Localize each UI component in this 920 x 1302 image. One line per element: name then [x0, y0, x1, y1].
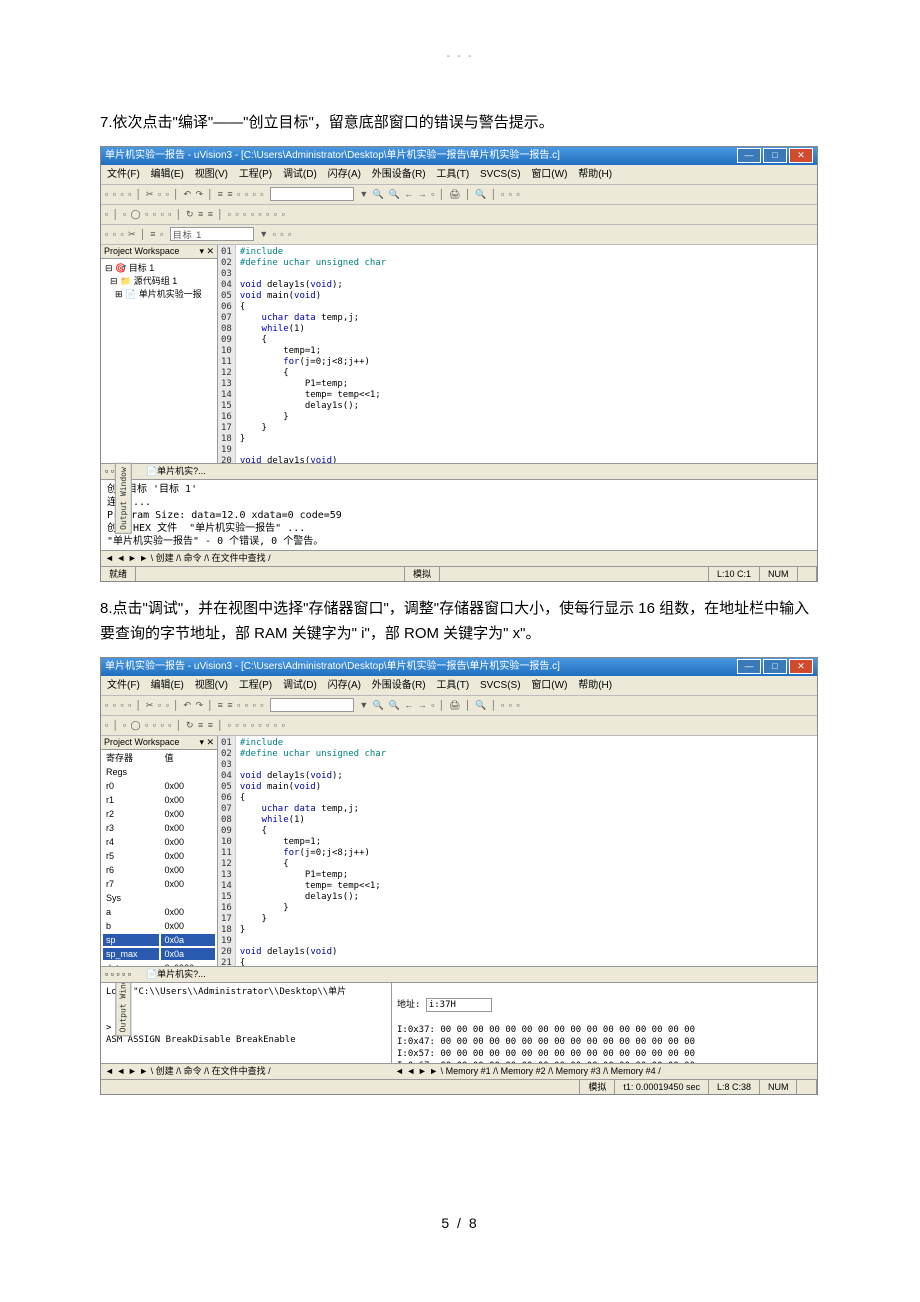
status-bar-2: 模拟 t1: 0.00019450 sec L:8 C:38 NUM	[101, 1079, 817, 1094]
menu-view[interactable]: 视图(V)	[195, 680, 228, 691]
menu-svcs[interactable]: SVCS(S)	[480, 169, 521, 180]
workspace-2: Project Workspace ▾ ✕ 寄存器值 Regs r00x00 r1…	[101, 736, 817, 966]
status-mode: 模拟	[405, 567, 440, 581]
close-button[interactable]: ✕	[789, 148, 813, 163]
menu-file[interactable]: 文件(F)	[107, 169, 140, 180]
bottom-panels: Output WindowLoad "C:\\Users\\Administra…	[101, 982, 817, 1063]
status-pos-2: L:8 C:38	[709, 1080, 760, 1094]
line-numbers-2: 01 02 03 04 05 06 07 08 09 10 11 12 13 1…	[218, 736, 236, 966]
workspace: Project Workspace ▾ ✕ ⊟ 🎯 目标 1 ⊟ 📁 源代码组 1…	[101, 245, 817, 463]
register-workspace: Project Workspace ▾ ✕ 寄存器值 Regs r00x00 r1…	[101, 736, 218, 966]
toolbar-3: ▫ ▫ ▫ ✂ │ ≡ ▫ 目标 1 ▼ ▫ ▫ ▫	[101, 225, 817, 245]
header-dashes: - - -	[100, 50, 820, 62]
page-footer: 5 / 8	[100, 1215, 820, 1231]
tree-file[interactable]: 单片机实验一报	[139, 289, 202, 299]
minimize-button[interactable]: —	[737, 659, 761, 674]
code-editor[interactable]: 01 02 03 04 05 06 07 08 09 10 11 12 13 1…	[218, 245, 817, 463]
minimize-button[interactable]: —	[737, 148, 761, 163]
addr-input[interactable]: i:37H	[426, 998, 492, 1012]
status-mode-2: 模拟	[580, 1080, 615, 1094]
menu-window[interactable]: 窗口(W)	[531, 680, 567, 691]
ws-bottom-tabs-2: ▫ ▫ ▫ ▫ ▫ 📄单片机实?...	[101, 966, 817, 982]
menu-window[interactable]: 窗口(W)	[531, 169, 567, 180]
title-bar-2: 单片机实验一报告 - uVision3 - [C:\Users\Administ…	[101, 658, 817, 676]
status-num: NUM	[760, 567, 798, 581]
output-label-2: Output Window	[115, 983, 131, 1036]
status-t1: t1: 0.00019450 sec	[615, 1080, 709, 1094]
menu-svcs[interactable]: SVCS(S)	[480, 680, 521, 691]
status-ready: 就绪	[101, 567, 136, 581]
menu-file[interactable]: 文件(F)	[107, 680, 140, 691]
ws-title-2: Project Workspace	[104, 737, 179, 748]
status-end	[798, 567, 818, 581]
memory-window[interactable]: 地址: i:37H I:0x37: 00 00 00 00 00 00 00 0…	[392, 983, 817, 1063]
tree-target[interactable]: 目标 1	[129, 263, 155, 273]
maximize-button[interactable]: □	[763, 659, 787, 674]
window-buttons: —□✕	[735, 147, 813, 165]
bottom-tabs-2: ◄ ◄ ► ► \ 创建 /\ 命令 /\ 在文件中查找 / ◄ ◄ ► ► \…	[101, 1063, 817, 1079]
menu-edit[interactable]: 编辑(E)	[151, 680, 184, 691]
app-title-2: 单片机实验一报告 - uVision3 - [C:\Users\Administ…	[105, 658, 560, 676]
menu-project[interactable]: 工程(P)	[239, 680, 272, 691]
tree-group[interactable]: 源代码组 1	[134, 276, 178, 286]
output-label: Output Window	[115, 463, 132, 534]
menu-peripherals[interactable]: 外围设备(R)	[372, 169, 426, 180]
menu-bar-2: 文件(F) 编辑(E) 视图(V) 工程(P) 调试(D) 闪存(A) 外围设备…	[101, 676, 817, 696]
command-window[interactable]: Output WindowLoad "C:\\Users\\Administra…	[101, 983, 392, 1063]
output-window: Output Window创建目标 '目标 1' 连接 ... Program …	[101, 479, 817, 550]
find-combo[interactable]	[270, 187, 354, 201]
project-tree[interactable]: ⊟ 🎯 目标 1 ⊟ 📁 源代码组 1 ⊞ 📄 单片机实验一报	[101, 259, 217, 304]
menu-peripherals[interactable]: 外围设备(R)	[372, 680, 426, 691]
paragraph-8: 8.点击"调试"，并在视图中选择"存储器窗口"，调整"存储器窗口大小，使每行显示…	[100, 596, 820, 647]
status-bar: 就绪 模拟 L:10 C:1 NUM	[101, 566, 817, 581]
find-combo[interactable]	[270, 698, 354, 712]
ws-title: Project Workspace	[104, 246, 179, 257]
app-title: 单片机实验一报告 - uVision3 - [C:\Users\Administ…	[105, 147, 560, 165]
toolbar-2: ▫ │ ▫ ◯ ▫ ▫ ▫ ▫ │ ↻ ≡ ≡ │ ▫ ▫ ▫ ▫ ▫ ▫ ▫ …	[101, 205, 817, 225]
file-tab-2[interactable]: 单片机实?...	[157, 969, 206, 979]
ws-close-icon[interactable]: ▾ ✕	[199, 246, 214, 257]
register-table: 寄存器值 Regs r00x00 r10x00 r20x00 r30x00 r4…	[101, 750, 217, 966]
code-editor-2[interactable]: 01 02 03 04 05 06 07 08 09 10 11 12 13 1…	[218, 736, 817, 966]
title-bar: 单片机实验一报告 - uVision3 - [C:\Users\Administ…	[101, 147, 817, 165]
menu-edit[interactable]: 编辑(E)	[151, 169, 184, 180]
cmd-tabs[interactable]: ◄ ◄ ► ► \ 创建 /\ 命令 /\ 在文件中查找 /	[105, 1065, 395, 1078]
menu-help[interactable]: 帮助(H)	[578, 169, 612, 180]
menu-view[interactable]: 视图(V)	[195, 169, 228, 180]
output-tabs[interactable]: ◄ ◄ ► ► \ 创建 /\ 命令 /\ 在文件中查找 /	[101, 550, 817, 566]
menu-tools[interactable]: 工具(T)	[436, 680, 469, 691]
toolbar-1: ▫ ▫ ▫ ▫ │ ✂ ▫ ▫ │ ↶ ↷ │ ≡ ≡ ▫ ▫ ▫ ▫ ▼ 🔍 …	[101, 185, 817, 205]
status-end-2	[797, 1080, 817, 1094]
reg-hdr-name: 寄存器	[103, 752, 159, 764]
menu-debug[interactable]: 调试(D)	[283, 169, 317, 180]
reg-hdr-val: 值	[161, 752, 215, 764]
addr-label: 地址:	[397, 1000, 420, 1010]
menu-tools[interactable]: 工具(T)	[436, 169, 469, 180]
menu-help[interactable]: 帮助(H)	[578, 680, 612, 691]
menu-flash[interactable]: 闪存(A)	[328, 680, 361, 691]
status-num-2: NUM	[760, 1080, 798, 1094]
source-code[interactable]: #include #define uchar unsigned char voi…	[236, 245, 390, 463]
ws-bottom-tabs: ▫ ▫ ▫ ▫ ▫ 📄单片机实?...	[101, 463, 817, 479]
memory-tabs[interactable]: ◄ ◄ ► ► \ Memory #1 /\ Memory #2 /\ Memo…	[395, 1065, 813, 1078]
file-tab[interactable]: 单片机实?...	[157, 466, 206, 476]
source-code-2[interactable]: #include #define uchar unsigned char voi…	[236, 736, 390, 966]
status-pos: L:10 C:1	[709, 567, 760, 581]
menu-debug[interactable]: 调试(D)	[283, 680, 317, 691]
screenshot-1: 单片机实验一报告 - uVision3 - [C:\Users\Administ…	[100, 146, 818, 582]
window-buttons-2: —□✕	[735, 658, 813, 676]
toolbar-1b: ▫ ▫ ▫ ▫ │ ✂ ▫ ▫ │ ↶ ↷ │ ≡ ≡ ▫ ▫ ▫ ▫ ▼ 🔍 …	[101, 696, 817, 716]
ws-close-icon[interactable]: ▾ ✕	[199, 737, 214, 748]
toolbar-2b: ▫ │ ▫ ◯ ▫ ▫ ▫ ▫ │ ↻ ≡ ≡ │ ▫ ▫ ▫ ▫ ▫ ▫ ▫ …	[101, 716, 817, 736]
menu-project[interactable]: 工程(P)	[239, 169, 272, 180]
close-button[interactable]: ✕	[789, 659, 813, 674]
menu-bar: 文件(F) 编辑(E) 视图(V) 工程(P) 调试(D) 闪存(A) 外围设备…	[101, 165, 817, 185]
maximize-button[interactable]: □	[763, 148, 787, 163]
line-numbers: 01 02 03 04 05 06 07 08 09 10 11 12 13 1…	[218, 245, 236, 463]
menu-flash[interactable]: 闪存(A)	[328, 169, 361, 180]
project-workspace: Project Workspace ▾ ✕ ⊟ 🎯 目标 1 ⊟ 📁 源代码组 1…	[101, 245, 218, 463]
target-combo[interactable]: 目标 1	[170, 227, 254, 241]
paragraph-7: 7.依次点击"编译"——"创立目标"，留意底部窗口的错误与警告提示。	[100, 110, 820, 136]
screenshot-2: 单片机实验一报告 - uVision3 - [C:\Users\Administ…	[100, 657, 818, 1095]
